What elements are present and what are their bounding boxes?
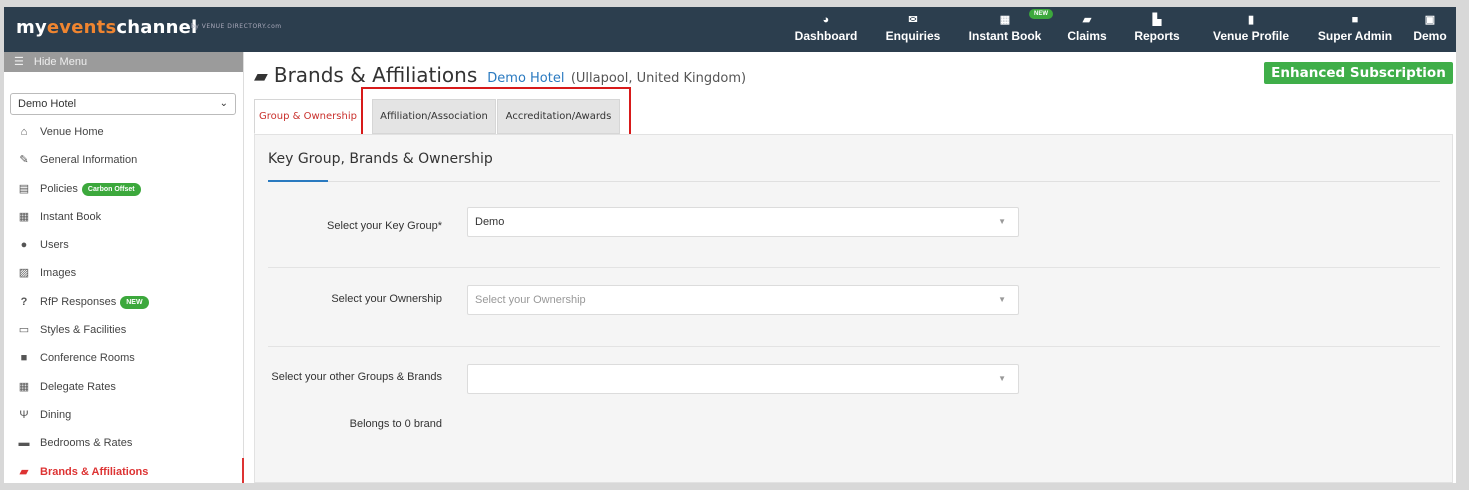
sidebar-item-policies[interactable]: ▤ Policies Carbon Offset <box>4 175 244 203</box>
bed-icon: ▬ <box>18 437 30 450</box>
nav-demo-user[interactable]: ▣ Demo <box>1409 13 1451 43</box>
nav-reports[interactable]: ▙ Reports <box>1129 13 1185 43</box>
caret-down-icon: ▼ <box>998 374 1006 383</box>
building-icon: ▮ <box>1247 14 1255 26</box>
page-title: ▰ Brands & Affiliations Demo Hotel (Ullapo… <box>254 63 747 87</box>
ownership-select[interactable]: Select your Ownership ▼ <box>467 285 1019 315</box>
new-badge: NEW <box>120 295 149 309</box>
key-group-select[interactable]: Demo ▼ <box>467 207 1019 237</box>
hotel-link[interactable]: Demo Hotel <box>487 71 564 86</box>
edit-icon: ✎ <box>19 154 29 167</box>
brand-logo-subtitle: by VENUE DIRECTORY.com <box>191 23 282 30</box>
content-panel: Key Group, Brands & Ownership Select you… <box>254 134 1453 483</box>
sidebar-item-general-information[interactable]: ✎ General Information <box>4 146 244 174</box>
nav-enquiries[interactable]: ✉ Enquiries <box>881 13 945 43</box>
chevron-down-icon: ⌄ <box>219 98 228 109</box>
book-icon: ▰ <box>1082 14 1092 26</box>
image-icon: ▨ <box>18 267 30 280</box>
book-icon: ▰ <box>254 66 268 87</box>
sidebar-menu: ⌂ Venue Home ✎ General Information ▤ Polici… <box>4 118 244 483</box>
lock-icon: ■ <box>1351 14 1359 26</box>
other-groups-select[interactable]: ▼ <box>467 364 1019 394</box>
question-icon: ? <box>20 295 28 308</box>
sidebar-item-instant-book[interactable]: ▦ Instant Book <box>4 203 244 231</box>
book-icon: ▰ <box>19 465 29 478</box>
hotel-location: (Ullapool, United Kingdom) <box>570 71 747 86</box>
ownership-label: Select your Ownership <box>331 293 442 305</box>
user-icon: ● <box>20 239 28 252</box>
calendar-icon: ▦ <box>18 210 30 223</box>
section-title: Key Group, Brands & Ownership <box>268 151 493 167</box>
carbon-offset-badge: Carbon Offset <box>81 182 141 196</box>
sidebar-item-images[interactable]: ▨ Images <box>4 259 244 287</box>
briefcase-icon: ■ <box>20 352 28 365</box>
sidebar-item-bedrooms-rates[interactable]: ▬ Bedrooms & Rates <box>4 429 244 457</box>
sidebar: ☰ Hide Menu Demo Hotel ⌄ ⌂ Venue Home ✎ Gen… <box>4 52 244 483</box>
bar-chart-icon: ▙ <box>1152 14 1162 26</box>
tab-group-ownership[interactable]: Group & Ownership <box>254 99 362 134</box>
subscription-button[interactable]: Enhanced Subscription <box>1264 62 1453 84</box>
user-icon: ▣ <box>1424 14 1436 26</box>
calculator-icon: ▦ <box>18 380 30 393</box>
nav-venue-profile[interactable]: ▮ Venue Profile <box>1207 13 1295 43</box>
caret-down-icon: ▼ <box>998 217 1006 226</box>
envelope-icon: ✉ <box>908 14 918 26</box>
caret-down-icon: ▼ <box>998 295 1006 304</box>
cutlery-icon: Ψ <box>19 408 29 421</box>
sidebar-item-conference-rooms[interactable]: ■ Conference Rooms <box>4 344 244 372</box>
sidebar-item-users[interactable]: ● Users <box>4 231 244 259</box>
other-groups-label: Select your other Groups & Brands <box>271 371 442 383</box>
sidebar-item-brands-affiliations[interactable]: ▰ Brands & Affiliations <box>4 457 244 483</box>
brand-logo[interactable]: myeventschannel <box>16 17 197 38</box>
sidebar-item-rfp-responses[interactable]: ? RfP Responses NEW <box>4 288 244 316</box>
section-divider <box>268 180 1440 182</box>
top-navbar: myeventschannel by VENUE DIRECTORY.com ◕… <box>4 7 1456 52</box>
hamburger-icon: ☰ <box>14 56 24 68</box>
venue-select[interactable]: Demo Hotel ⌄ <box>10 93 236 115</box>
new-badge: NEW <box>1029 9 1053 19</box>
monitor-icon: ▭ <box>18 324 30 337</box>
nav-super-admin[interactable]: ■ Super Admin <box>1313 13 1397 43</box>
sidebar-item-dining[interactable]: Ψ Dining <box>4 401 244 429</box>
nav-dashboard[interactable]: ◕ Dashboard <box>791 13 861 43</box>
dashboard-icon: ◕ <box>822 14 830 26</box>
sidebar-item-venue-home[interactable]: ⌂ Venue Home <box>4 118 244 146</box>
sidebar-item-delegate-rates[interactable]: ▦ Delegate Rates <box>4 373 244 401</box>
document-icon: ▤ <box>18 182 30 195</box>
key-group-label: Select your Key Group* <box>327 220 442 232</box>
app-window: myeventschannel by VENUE DIRECTORY.com ◕… <box>4 7 1456 483</box>
belongs-count-text: Belongs to 0 brand <box>349 418 442 430</box>
sidebar-item-styles-facilities[interactable]: ▭ Styles & Facilities <box>4 316 244 344</box>
nav-claims[interactable]: ▰ Claims <box>1062 13 1112 43</box>
home-icon: ⌂ <box>20 126 28 138</box>
hide-menu-button[interactable]: ☰ Hide Menu <box>4 52 243 72</box>
